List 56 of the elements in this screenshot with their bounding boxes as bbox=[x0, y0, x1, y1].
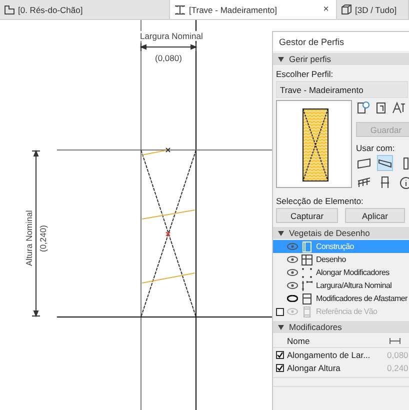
component-icon bbox=[301, 240, 313, 252]
panel-title: Gestor de Perfis bbox=[273, 32, 409, 51]
stretch-icon bbox=[389, 338, 401, 344]
eye-icon[interactable] bbox=[287, 269, 298, 276]
checkmark-icon bbox=[277, 364, 283, 370]
action-button[interactable]: Capturar bbox=[276, 208, 338, 223]
table-cell-text: Alongamento de Lar... bbox=[287, 350, 372, 360]
table-cell: 0,240 bbox=[387, 362, 409, 372]
cube-icon bbox=[341, 4, 352, 15]
component-item[interactable]: Largura/Altura Nominal bbox=[273, 279, 409, 292]
component-item[interactable]: Modificadores de Afastamer bbox=[273, 292, 409, 305]
action-button[interactable]: Aplicar bbox=[345, 208, 405, 223]
beam-icon bbox=[174, 4, 186, 14]
component-icon bbox=[301, 254, 313, 266]
floor-plan-icon bbox=[4, 4, 15, 14]
component-item[interactable]: Alongar Modificadores bbox=[273, 266, 409, 279]
element-type-toggle[interactable] bbox=[377, 155, 393, 171]
chair-icon bbox=[378, 176, 392, 188]
component-icon bbox=[301, 280, 313, 292]
close-button[interactable]: × bbox=[320, 4, 332, 15]
component-item[interactable]: Desenho bbox=[273, 253, 409, 266]
section-header[interactable]: Vegetais de Desenho bbox=[273, 227, 409, 239]
document-tab[interactable]: [Trave - Madeiramento] × bbox=[170, 0, 337, 19]
dimension-value: (0,080) bbox=[155, 53, 182, 63]
duplicate-icon[interactable] bbox=[374, 101, 388, 115]
component-icon bbox=[301, 306, 313, 318]
dimension-arrow bbox=[140, 42, 196, 52]
checkbox[interactable] bbox=[276, 350, 284, 358]
section-label: Usar com: bbox=[356, 143, 396, 153]
column-header: Nome bbox=[287, 336, 311, 346]
checkmark-icon bbox=[277, 352, 283, 358]
collapse-icon[interactable] bbox=[278, 230, 284, 236]
rename-icon[interactable] bbox=[392, 101, 406, 115]
beam-icon bbox=[378, 156, 392, 170]
eye-icon[interactable] bbox=[287, 282, 298, 289]
railing-icon bbox=[357, 176, 371, 188]
new-profile-icon[interactable] bbox=[356, 101, 370, 115]
wall-icon bbox=[357, 156, 371, 170]
section-header[interactable]: Modificadores bbox=[273, 321, 409, 333]
dimension-label: Altura Nominal bbox=[24, 210, 34, 266]
dimension-label: Largura Nominal bbox=[139, 31, 204, 41]
eye-icon[interactable] bbox=[287, 256, 298, 263]
profile-dropdown[interactable]: Trave - Madeiramento bbox=[276, 81, 408, 98]
component-icon bbox=[301, 292, 313, 304]
section-header[interactable]: Gerir perfis bbox=[273, 53, 409, 65]
collapse-icon[interactable] bbox=[278, 324, 284, 330]
collapse-icon[interactable] bbox=[278, 56, 284, 62]
table-cell-text: Alongar Altura bbox=[287, 362, 342, 372]
closed-eye-icon[interactable] bbox=[287, 295, 298, 302]
section-label: Selecção de Elemento: bbox=[275, 195, 364, 208]
component-icon bbox=[301, 266, 313, 278]
dimension-value: (0,240) bbox=[38, 225, 48, 252]
table-cell: 0,080 bbox=[387, 350, 409, 360]
info-icon bbox=[399, 176, 409, 188]
checkbox[interactable] bbox=[276, 364, 284, 372]
field-label: Escolher Perfil: bbox=[275, 68, 334, 81]
